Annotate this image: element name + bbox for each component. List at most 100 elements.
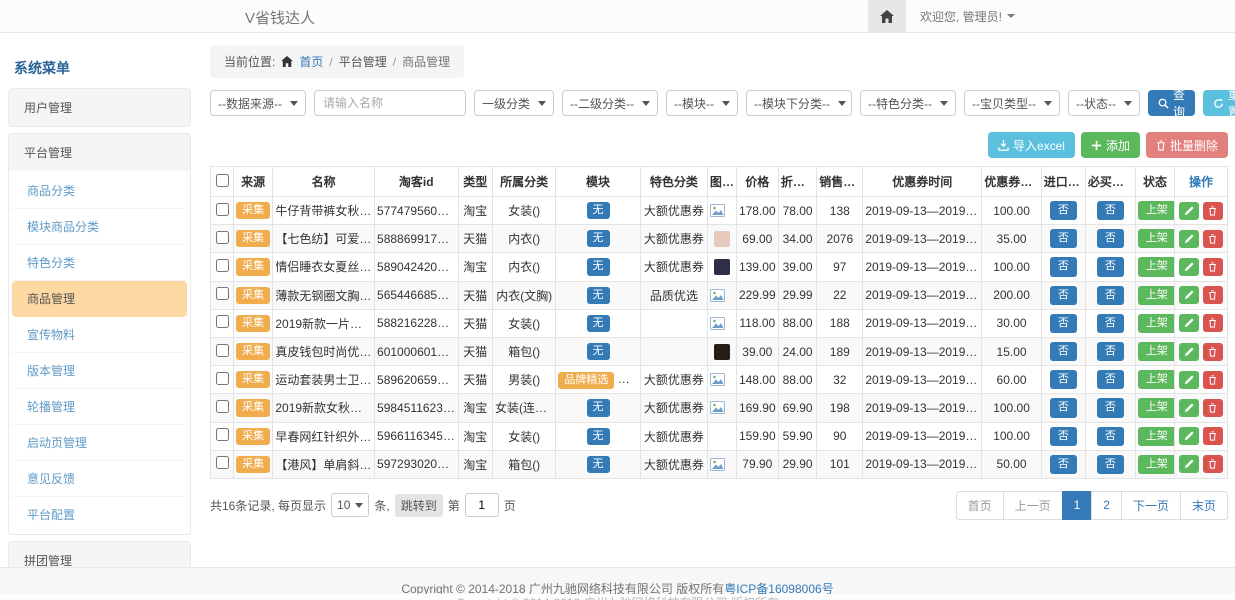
status-toggle[interactable]: 上架 [1138, 201, 1175, 220]
must-buy-toggle[interactable]: 否 [1097, 314, 1124, 333]
delete-button[interactable] [1203, 343, 1223, 361]
delete-button[interactable] [1203, 371, 1223, 389]
level2-category-select[interactable]: --二级分类-- [562, 90, 658, 116]
home-button[interactable] [868, 0, 906, 32]
page-1-button[interactable]: 1 [1062, 491, 1093, 520]
row-checkbox[interactable] [216, 203, 229, 216]
data-source-select[interactable]: --数据来源-- [210, 90, 306, 116]
import-select-toggle[interactable]: 否 [1050, 201, 1077, 220]
add-button[interactable]: 添加 [1081, 132, 1140, 158]
sidebar-item-feature-category[interactable]: 特色分类 [12, 245, 187, 281]
sidebar-item-product-category[interactable]: 商品分类 [12, 173, 187, 209]
delete-button[interactable] [1203, 286, 1223, 304]
status-select[interactable]: --状态-- [1068, 90, 1140, 116]
import-select-toggle[interactable]: 否 [1050, 455, 1077, 474]
import-select-toggle[interactable]: 否 [1050, 229, 1077, 248]
status-toggle[interactable]: 上架 [1138, 257, 1175, 276]
sidebar-item-promo-material[interactable]: 宣传物料 [12, 317, 187, 353]
sidebar-item-version-mgmt[interactable]: 版本管理 [12, 353, 187, 389]
must-buy-toggle[interactable]: 否 [1097, 398, 1124, 417]
row-checkbox[interactable] [216, 287, 229, 300]
import-excel-button[interactable]: 导入excel [988, 132, 1075, 158]
import-select-toggle[interactable]: 否 [1050, 427, 1077, 446]
status-toggle[interactable]: 上架 [1138, 455, 1175, 474]
feature-category-select[interactable]: --特色分类-- [860, 90, 956, 116]
status-toggle[interactable]: 上架 [1138, 286, 1175, 305]
row-checkbox[interactable] [216, 231, 229, 244]
prev-page-button[interactable]: 上一页 [1003, 491, 1063, 520]
must-buy-toggle[interactable]: 否 [1097, 229, 1124, 248]
sidebar-item-feedback[interactable]: 意见反馈 [12, 461, 187, 497]
must-buy-toggle[interactable]: 否 [1097, 342, 1124, 361]
sidebar-item-platform-config[interactable]: 平台配置 [12, 497, 187, 532]
edit-button[interactable] [1179, 286, 1199, 304]
per-page-select[interactable]: 10 [331, 493, 369, 517]
edit-button[interactable] [1179, 427, 1199, 445]
row-checkbox[interactable] [216, 428, 229, 441]
edit-button[interactable] [1179, 258, 1199, 276]
search-button[interactable]: 查询 [1148, 90, 1195, 116]
status-toggle[interactable]: 上架 [1138, 427, 1175, 446]
jump-page-input[interactable] [465, 493, 499, 517]
edit-button[interactable] [1179, 230, 1199, 248]
name-search-input[interactable] [314, 90, 466, 116]
next-page-button[interactable]: 下一页 [1121, 491, 1181, 520]
select-all-checkbox[interactable] [216, 174, 229, 187]
edit-button[interactable] [1179, 399, 1199, 417]
edit-button[interactable] [1179, 202, 1199, 220]
row-checkbox[interactable] [216, 400, 229, 413]
jump-button[interactable]: 跳转到 [395, 494, 443, 517]
import-select-toggle[interactable]: 否 [1050, 314, 1077, 333]
import-select-toggle[interactable]: 否 [1050, 398, 1077, 417]
import-select-toggle[interactable]: 否 [1050, 342, 1077, 361]
status-toggle[interactable]: 上架 [1138, 398, 1175, 417]
delete-button[interactable] [1203, 258, 1223, 276]
row-checkbox[interactable] [216, 315, 229, 328]
edit-button[interactable] [1179, 343, 1199, 361]
user-menu[interactable]: 欢迎您, 管理员! [906, 8, 1029, 25]
must-buy-toggle[interactable]: 否 [1097, 257, 1124, 276]
must-buy-toggle[interactable]: 否 [1097, 286, 1124, 305]
delete-button[interactable] [1203, 230, 1223, 248]
must-buy-toggle[interactable]: 否 [1097, 427, 1124, 446]
last-page-button[interactable]: 末页 [1180, 491, 1228, 520]
edit-button[interactable] [1179, 455, 1199, 473]
delete-button[interactable] [1203, 455, 1223, 473]
row-checkbox[interactable] [216, 372, 229, 385]
must-buy-toggle[interactable]: 否 [1097, 370, 1124, 389]
status-toggle[interactable]: 上架 [1138, 314, 1175, 333]
sidebar-item-module-product-category[interactable]: 模块商品分类 [12, 209, 187, 245]
reset-button[interactable]: 重置 [1203, 90, 1235, 116]
first-page-button[interactable]: 首页 [956, 491, 1004, 520]
edit-button[interactable] [1179, 314, 1199, 332]
module-sub-select[interactable]: --模块下分类-- [746, 90, 852, 116]
row-checkbox[interactable] [216, 456, 229, 469]
delete-button[interactable] [1203, 399, 1223, 417]
must-buy-toggle[interactable]: 否 [1097, 455, 1124, 474]
row-checkbox[interactable] [216, 259, 229, 272]
edit-button[interactable] [1179, 371, 1199, 389]
delete-button[interactable] [1203, 202, 1223, 220]
must-buy-toggle[interactable]: 否 [1097, 201, 1124, 220]
import-select-toggle[interactable]: 否 [1050, 286, 1077, 305]
sidebar-item-product-mgmt[interactable]: 商品管理 [12, 281, 187, 317]
delete-button[interactable] [1203, 427, 1223, 445]
delete-button[interactable] [1203, 314, 1223, 332]
status-toggle[interactable]: 上架 [1138, 342, 1175, 361]
breadcrumb-home-link[interactable]: 首页 [299, 53, 323, 70]
status-toggle[interactable]: 上架 [1138, 229, 1175, 248]
import-select-toggle[interactable]: 否 [1050, 257, 1077, 276]
sidebar-item-platform-mgmt[interactable]: 平台管理 [9, 134, 190, 171]
sidebar-item-user-mgmt[interactable]: 用户管理 [9, 89, 190, 126]
status-toggle[interactable]: 上架 [1138, 370, 1175, 389]
discount-price: 59.90 [778, 422, 816, 450]
module-select[interactable]: --模块-- [666, 90, 738, 116]
page-2-button[interactable]: 2 [1091, 491, 1122, 520]
sidebar-item-carousel-mgmt[interactable]: 轮播管理 [12, 389, 187, 425]
item-type-select[interactable]: --宝贝类型-- [964, 90, 1060, 116]
sidebar-item-splash-mgmt[interactable]: 启动页管理 [12, 425, 187, 461]
import-select-toggle[interactable]: 否 [1050, 370, 1077, 389]
batch-delete-button[interactable]: 批量删除 [1146, 132, 1228, 158]
level1-category-select[interactable]: 一级分类 [474, 90, 554, 116]
row-checkbox[interactable] [216, 344, 229, 357]
